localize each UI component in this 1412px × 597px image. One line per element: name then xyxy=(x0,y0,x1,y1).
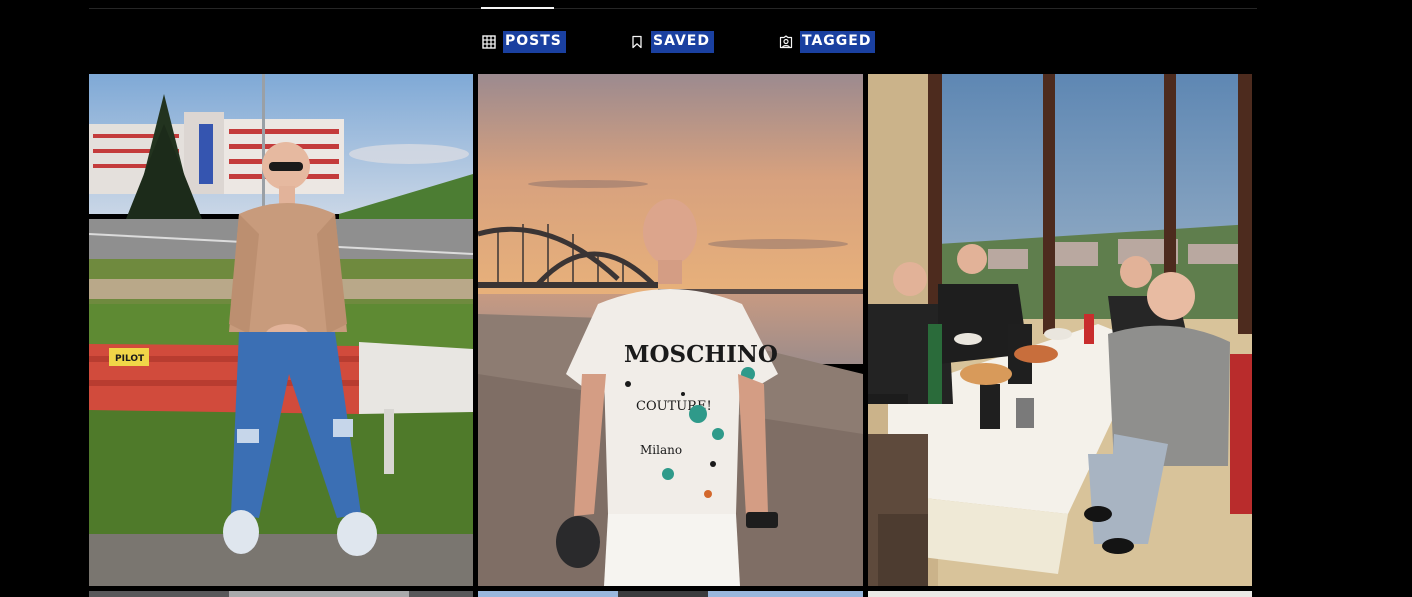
post-thumbnail[interactable] xyxy=(89,591,473,597)
profile-tabs: POSTS SAVED TAGGED xyxy=(0,30,1412,53)
svg-text:PILOT: PILOT xyxy=(115,354,145,364)
post-image-roadside: PILOT xyxy=(89,74,473,586)
tab-posts[interactable]: POSTS xyxy=(482,30,566,53)
post-image xyxy=(89,591,473,597)
svg-text:MOSCHINO: MOSCHINO xyxy=(624,341,778,368)
tab-saved-label: SAVED xyxy=(651,30,714,53)
post-image xyxy=(868,591,1252,597)
tab-tagged[interactable]: TAGGED xyxy=(779,30,876,53)
post-thumbnail[interactable]: PILOT xyxy=(89,74,473,586)
active-tab-indicator xyxy=(481,7,554,9)
post-thumbnail[interactable] xyxy=(868,591,1252,597)
profile-tabs-divider xyxy=(89,8,1257,9)
tab-saved[interactable]: SAVED xyxy=(630,30,714,53)
post-image-restaurant xyxy=(868,74,1252,586)
grid-icon xyxy=(482,34,496,49)
tab-posts-label: POSTS xyxy=(503,30,566,53)
post-image xyxy=(478,591,863,597)
post-thumbnail[interactable] xyxy=(868,74,1252,586)
post-image-sunset-beach: MOSCHINO COUTURE! Milano xyxy=(478,74,863,586)
svg-text:Milano: Milano xyxy=(640,443,682,457)
post-thumbnail[interactable]: MOSCHINO COUTURE! Milano xyxy=(478,74,863,586)
post-thumbnail[interactable] xyxy=(478,591,863,597)
tab-tagged-label: TAGGED xyxy=(800,30,876,53)
bookmark-icon xyxy=(632,35,642,48)
tagged-user-icon xyxy=(779,34,793,48)
